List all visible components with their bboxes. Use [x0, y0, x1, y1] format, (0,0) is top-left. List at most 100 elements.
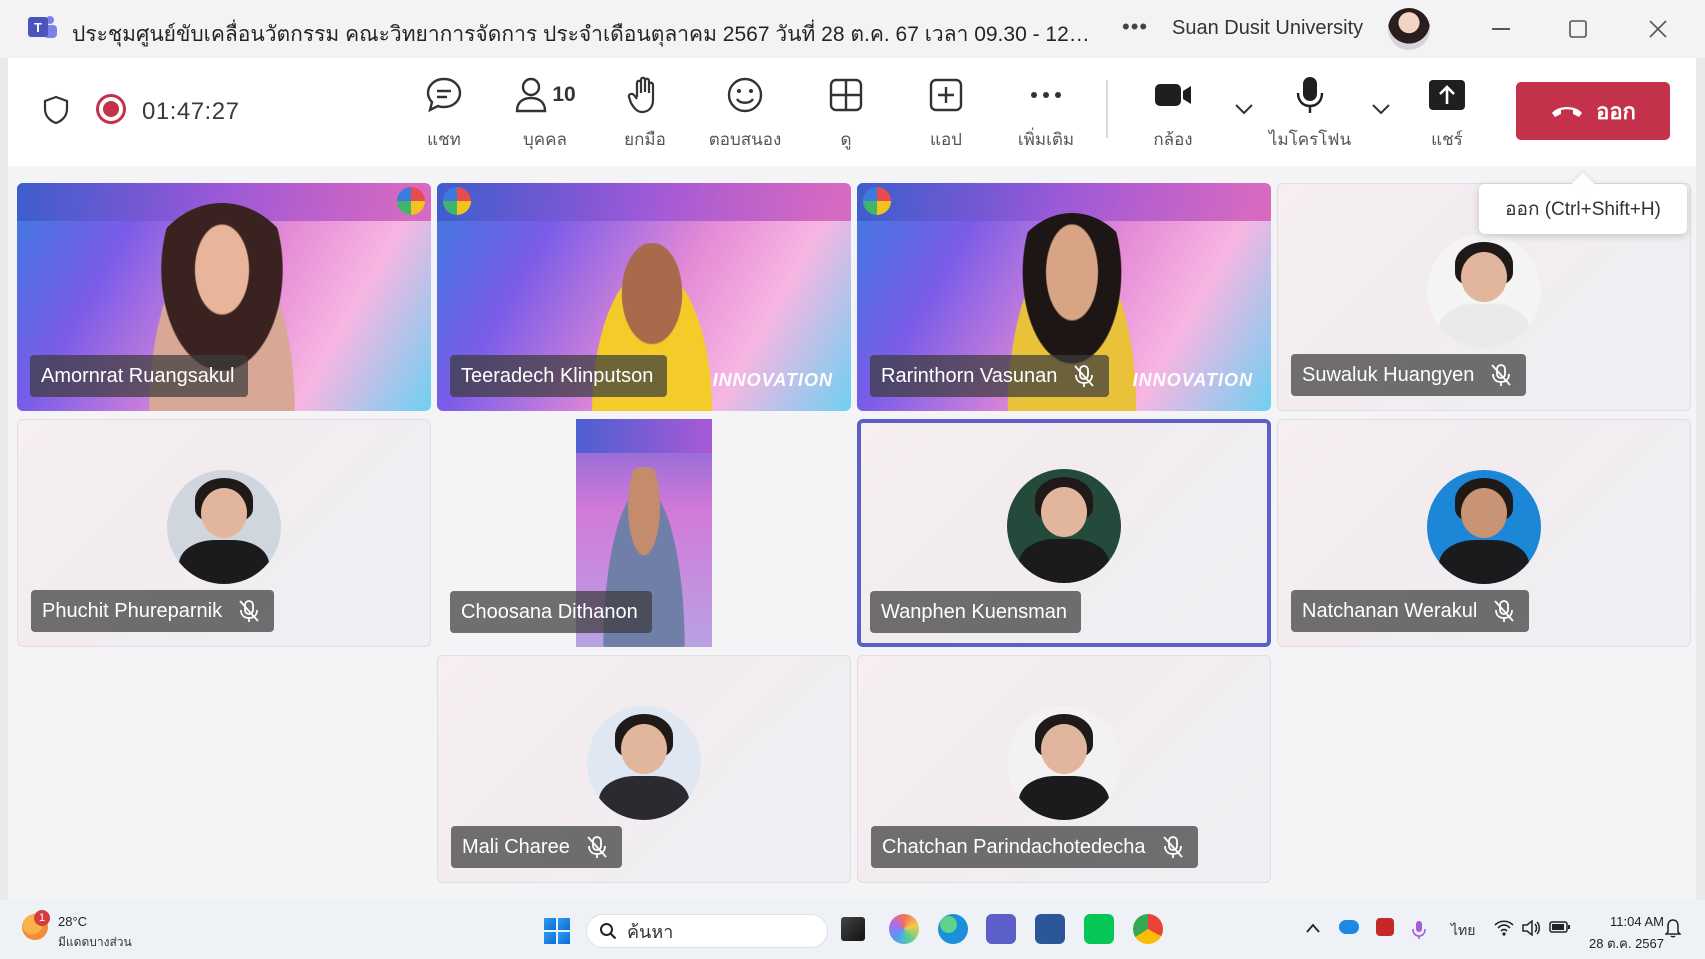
mic-muted-icon — [1494, 600, 1514, 622]
avatar-body — [1439, 540, 1529, 584]
share-label: แชร์ — [1431, 130, 1463, 149]
search-placeholder: ค้นหา — [627, 921, 674, 942]
avatar-face — [1041, 724, 1087, 774]
participant-avatar — [587, 706, 701, 820]
wifi-icon[interactable] — [1494, 920, 1514, 939]
camera-options-chevron-down-icon[interactable] — [1234, 102, 1254, 120]
participant-nameplate: Phuchit Phureparnik — [31, 590, 275, 632]
mic-muted-icon — [1074, 365, 1095, 387]
avatar-face — [201, 488, 247, 538]
people-count: 10 — [552, 83, 576, 106]
participant-avatar — [1427, 234, 1541, 348]
microphone-button[interactable]: ไมโครโฟน — [1265, 74, 1355, 154]
more-label: เพิ่มเติม — [1017, 130, 1075, 149]
chat-button[interactable]: แชท — [399, 74, 489, 154]
participant-name: Choosana Dithanon — [461, 600, 638, 623]
participant-name: Teeradech Klinputson — [461, 364, 654, 387]
title-more-button[interactable]: ••• — [1122, 14, 1148, 40]
participant-avatar — [1007, 469, 1121, 583]
camera-button[interactable]: กล้อง — [1128, 74, 1218, 154]
participant-tile[interactable]: Amornrat Ruangsakul — [17, 183, 431, 411]
avatar-body — [1019, 776, 1109, 820]
participant-tile[interactable]: INNOVATION Rarinthorn Vasunan — [857, 183, 1271, 411]
participant-tile[interactable]: INNOVATION Teeradech Klinputson — [437, 183, 851, 411]
raise-hand-label: ยกมือ — [624, 130, 666, 149]
avatar-body — [1019, 539, 1109, 583]
react-button[interactable]: ตอบสนอง — [700, 74, 790, 154]
participant-tile[interactable]: Mali Charee — [437, 655, 851, 883]
participant-tile[interactable]: Phuchit Phureparnik — [17, 419, 431, 647]
mic-muted-icon — [587, 836, 607, 858]
meeting-timer: 01:47:27 — [142, 98, 240, 125]
microphone-label: ไมโครโฟน — [1268, 130, 1352, 149]
windows-start-icon[interactable] — [544, 918, 570, 944]
leave-button[interactable]: ออก — [1516, 82, 1670, 140]
clock-time[interactable]: 11:04 AM — [1600, 914, 1664, 929]
teams-app-icon[interactable] — [986, 914, 1016, 944]
leave-label: ออก — [1596, 98, 1636, 124]
tray-overflow-chevron-up-icon[interactable] — [1306, 920, 1320, 936]
battery-icon[interactable] — [1549, 920, 1571, 937]
task-view-icon[interactable] — [841, 917, 865, 941]
organization-name: Suan Dusit University — [1172, 17, 1364, 39]
profile-avatar[interactable] — [1388, 8, 1430, 50]
participant-tile[interactable]: Chatchan Parindachotedecha — [857, 655, 1271, 883]
participant-avatar — [167, 470, 281, 584]
participant-tile[interactable]: Natchanan Werakul — [1277, 419, 1691, 647]
microphone-options-chevron-down-icon[interactable] — [1371, 102, 1391, 120]
mido-logo-icon — [863, 187, 891, 215]
minimize-icon — [1492, 28, 1510, 30]
minimize-button[interactable] — [1481, 12, 1521, 46]
security-tray-icon[interactable] — [1376, 918, 1394, 936]
meeting-title: ประชุมศูนย์ขับเคลื่อนวัตกรรม คณะวิทยาการ… — [72, 23, 1092, 46]
onedrive-icon[interactable] — [1339, 920, 1359, 934]
raise-hand-button[interactable]: ยกมือ — [600, 74, 690, 154]
avatar-face — [1461, 488, 1507, 538]
word-app-icon[interactable] — [1035, 914, 1065, 944]
copilot-icon[interactable] — [889, 914, 919, 944]
people-button[interactable]: 10 บุคคล — [500, 74, 590, 154]
hang-up-icon — [1552, 107, 1583, 117]
line-app-icon[interactable] — [1084, 914, 1114, 944]
chrome-browser-icon[interactable] — [1133, 914, 1163, 944]
react-label: ตอบสนอง — [708, 130, 782, 149]
share-button[interactable]: แชร์ — [1402, 74, 1492, 154]
taskbar-search[interactable]: ค้นหา — [586, 914, 828, 948]
volume-icon[interactable] — [1521, 919, 1541, 939]
avatar-body — [599, 776, 689, 820]
shield-icon[interactable] — [43, 95, 69, 130]
avatar-body — [179, 540, 269, 584]
mido-logo-icon — [443, 187, 471, 215]
tray-microphone-icon[interactable] — [1412, 920, 1426, 943]
chat-label: แชท — [427, 130, 461, 149]
more-button[interactable]: เพิ่มเติม — [1001, 74, 1091, 154]
smiley-icon — [725, 74, 765, 116]
participant-nameplate: Choosana Dithanon — [450, 591, 652, 633]
participant-nameplate: Amornrat Ruangsakul — [30, 355, 249, 397]
participant-tile-active-speaker[interactable]: Wanphen Kuensman — [857, 419, 1271, 647]
grid-view-icon — [828, 74, 864, 116]
avatar-face — [1461, 252, 1507, 302]
participant-nameplate: Wanphen Kuensman — [870, 591, 1082, 633]
avatar-face — [1041, 487, 1087, 537]
participant-name: Natchanan Werakul — [1302, 599, 1478, 622]
participant-nameplate: Teeradech Klinputson — [450, 355, 668, 397]
input-language[interactable]: ไทย — [1451, 920, 1475, 942]
apps-button[interactable]: แอป — [901, 74, 991, 154]
close-button[interactable] — [1638, 12, 1678, 46]
participant-tile[interactable]: Choosana Dithanon — [437, 419, 851, 647]
edge-browser-icon[interactable] — [938, 914, 968, 944]
participant-nameplate: Natchanan Werakul — [1291, 590, 1530, 632]
chat-icon — [424, 74, 464, 116]
view-button[interactable]: ดู — [801, 74, 891, 154]
svg-text:T: T — [34, 20, 42, 35]
view-label: ดู — [840, 130, 852, 149]
clock-date[interactable]: 28 ต.ค. 2567 — [1580, 933, 1664, 954]
meeting-toolbar: 01:47:27 แชท 10 บุคคล ยกมือ ตอบสนอง ดู แ… — [8, 58, 1696, 166]
leave-tooltip: ออก (Ctrl+Shift+H) — [1479, 184, 1687, 234]
notification-bell-icon[interactable] — [1664, 918, 1682, 941]
mic-muted-icon — [1162, 836, 1183, 858]
mic-muted-icon — [1491, 364, 1512, 386]
weather-description: มีแดดบางส่วน — [58, 935, 132, 949]
maximize-button[interactable] — [1558, 12, 1598, 46]
